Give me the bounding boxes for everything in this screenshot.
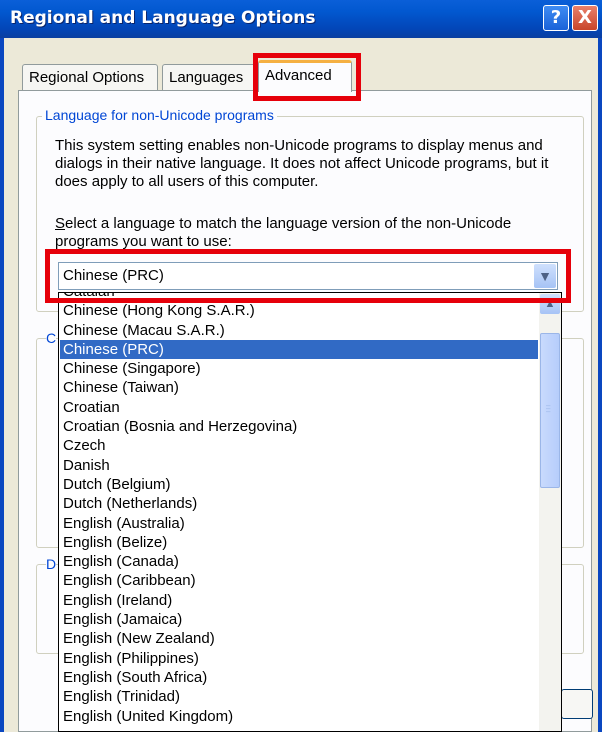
language-option[interactable]: Chinese (Singapore) — [60, 359, 538, 378]
highlight-advanced-tab — [253, 53, 361, 101]
language-option[interactable]: English (Trinidad) — [60, 687, 538, 706]
scrollbar[interactable]: ▲ – – – — [539, 293, 561, 731]
language-option[interactable]: English (Jamaica) — [60, 610, 538, 629]
highlight-language-select — [45, 249, 571, 303]
language-option[interactable]: English (Philippines) — [60, 649, 538, 668]
language-option[interactable]: Chinese (Taiwan) — [60, 378, 538, 397]
language-option[interactable]: English (New Zealand) — [60, 629, 538, 648]
window-title: Regional and Language Options — [10, 8, 316, 28]
language-option[interactable]: Danish — [60, 456, 538, 475]
language-options: CatalanChinese (Hong Kong S.A.R.)Chinese… — [60, 293, 538, 726]
prompt-accelerator: S — [55, 215, 66, 232]
language-option[interactable]: English (Canada) — [60, 552, 538, 571]
language-option[interactable]: English (Belize) — [60, 533, 538, 552]
close-button[interactable]: X — [572, 5, 598, 31]
language-option[interactable]: English (South Africa) — [60, 668, 538, 687]
code-page-group-title: C — [46, 330, 57, 346]
help-button[interactable]: ? — [543, 5, 569, 31]
group-title: Language for non-Unicode programs — [42, 107, 277, 123]
scroll-thumb[interactable]: – – – — [540, 333, 560, 488]
tab-languages[interactable]: Languages — [162, 64, 256, 90]
title-bar[interactable]: Regional and Language Options ? X — [0, 0, 602, 38]
language-option[interactable]: English (United Kingdom) — [60, 707, 538, 726]
language-option[interactable]: Chinese (Macau S.A.R.) — [60, 321, 538, 340]
language-option[interactable]: English (Australia) — [60, 514, 538, 533]
dialog-button[interactable] — [561, 689, 593, 719]
language-option[interactable]: English (Caribbean) — [60, 571, 538, 590]
language-option[interactable]: Croatian — [60, 398, 538, 417]
language-option[interactable]: Croatian (Bosnia and Herzegovina) — [60, 417, 538, 436]
language-option[interactable]: Dutch (Belgium) — [60, 475, 538, 494]
window-border-left — [0, 38, 4, 732]
tab-regional-options[interactable]: Regional Options — [22, 64, 158, 90]
language-option[interactable]: Chinese (Hong Kong S.A.R.) — [60, 301, 538, 320]
group-description: This system setting enables non-Unicode … — [55, 137, 549, 190]
language-prompt: Select a language to match the language … — [55, 215, 575, 251]
language-option[interactable]: English (Ireland) — [60, 591, 538, 610]
grip-icon: – – – — [546, 401, 551, 416]
language-option[interactable]: Czech — [60, 436, 538, 455]
language-dropdown-list[interactable]: CatalanChinese (Hong Kong S.A.R.)Chinese… — [58, 292, 562, 732]
prompt-text: elect a language to match the language v… — [55, 215, 512, 250]
language-option[interactable]: Dutch (Netherlands) — [60, 494, 538, 513]
default-settings-group-title: D — [46, 556, 57, 572]
language-option[interactable]: Chinese (PRC) — [60, 339, 538, 360]
window-border-right — [598, 38, 602, 732]
